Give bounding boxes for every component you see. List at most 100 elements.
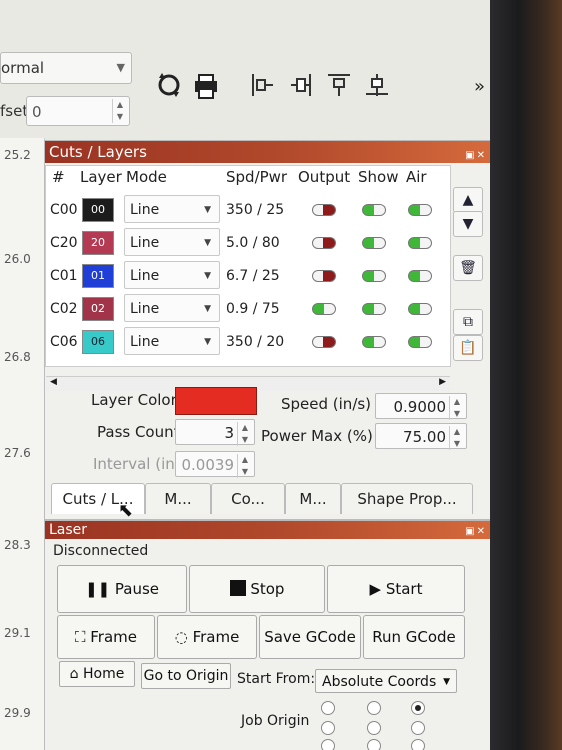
output-toggle[interactable] bbox=[312, 270, 336, 282]
align-middle-icon[interactable] bbox=[364, 72, 390, 104]
tab-console[interactable]: Co... bbox=[211, 483, 285, 514]
table-row[interactable]: C01 01 Line ▼ 6.7 / 25 bbox=[46, 260, 450, 293]
frame-rect-button[interactable]: ⛶ Frame bbox=[57, 615, 155, 659]
show-toggle[interactable] bbox=[362, 270, 386, 282]
layer-swatch[interactable]: 06 bbox=[82, 330, 114, 354]
paste-icon[interactable]: 📋 bbox=[453, 335, 483, 361]
run-gcode-button[interactable]: Run GCode bbox=[363, 615, 465, 659]
table-row[interactable]: C06 06 Line ▼ 350 / 20 bbox=[46, 326, 450, 359]
table-row[interactable]: C00 00 Line ▼ 350 / 25 bbox=[46, 194, 450, 227]
move-up-icon[interactable]: ▲ bbox=[453, 187, 483, 213]
air-toggle[interactable] bbox=[408, 336, 432, 348]
start-from-dropdown[interactable]: Absolute Coords ▼ bbox=[315, 669, 457, 693]
table-row[interactable]: C02 02 Line ▼ 0.9 / 75 bbox=[46, 293, 450, 326]
power-max-input[interactable]: 75.00 ▲ ▼ bbox=[375, 423, 467, 450]
rotate-icon[interactable] bbox=[156, 72, 182, 104]
align-center-icon[interactable] bbox=[288, 72, 314, 104]
align-top-icon[interactable] bbox=[326, 72, 352, 104]
origin-radio[interactable] bbox=[367, 739, 381, 750]
save-gcode-button[interactable]: Save GCode bbox=[259, 615, 361, 659]
panel-window-buttons-icon[interactable]: ▣✕ bbox=[465, 145, 487, 167]
mode-dropdown[interactable]: Line ▼ bbox=[124, 294, 220, 322]
origin-radio[interactable] bbox=[411, 701, 425, 715]
start-button[interactable]: ▶ Start bbox=[327, 565, 465, 613]
layer-swatch[interactable]: 01 bbox=[82, 264, 114, 288]
origin-radio[interactable] bbox=[411, 739, 425, 750]
layer-swatch[interactable]: 02 bbox=[82, 297, 114, 321]
tab-material[interactable]: M... bbox=[285, 483, 341, 514]
job-origin-label: Job Origin bbox=[241, 713, 310, 729]
output-toggle[interactable] bbox=[312, 204, 336, 216]
air-toggle[interactable] bbox=[408, 237, 432, 249]
toolbar: ormal ▼ fset 0 ▲ ▼ » bbox=[0, 40, 490, 135]
spin-arrows-icon[interactable]: ▲ ▼ bbox=[112, 99, 127, 123]
mode-combo[interactable]: ormal ▼ bbox=[0, 52, 132, 84]
offset-input[interactable]: 0 ▲ ▼ bbox=[26, 96, 130, 126]
tab-shape-properties[interactable]: Shape Prop... bbox=[341, 483, 473, 514]
cut-name: C00 bbox=[50, 202, 78, 218]
output-toggle[interactable] bbox=[312, 336, 336, 348]
origin-radio[interactable] bbox=[367, 701, 381, 715]
scroll-left-icon[interactable]: ◀ bbox=[50, 377, 57, 387]
speed-label: Speed (in/s) bbox=[281, 395, 372, 413]
speed-power: 350 / 25 bbox=[226, 202, 285, 218]
screen: ormal ▼ fset 0 ▲ ▼ » 25.2 26.0 26.8 27.6… bbox=[0, 0, 505, 750]
cuts-layers-titlebar[interactable]: Cuts / Layers ▣✕ bbox=[45, 141, 491, 163]
show-toggle[interactable] bbox=[362, 204, 386, 216]
mode-dropdown[interactable]: Line ▼ bbox=[124, 228, 220, 256]
panel-window-buttons-icon[interactable]: ▣✕ bbox=[465, 523, 487, 541]
mode-dropdown[interactable]: Line ▼ bbox=[124, 195, 220, 223]
mode-value: Line bbox=[130, 235, 160, 251]
copy-icon[interactable]: ⧉ bbox=[453, 309, 483, 335]
air-toggle[interactable] bbox=[408, 303, 432, 315]
output-toggle[interactable] bbox=[312, 237, 336, 249]
home-button[interactable]: ⌂ Home bbox=[59, 661, 135, 687]
move-down-icon[interactable]: ▼ bbox=[453, 211, 483, 237]
spin-arrows-icon[interactable]: ▲ ▼ bbox=[449, 396, 464, 420]
tab-move[interactable]: M... bbox=[145, 483, 211, 514]
air-toggle[interactable] bbox=[408, 270, 432, 282]
speed-power: 5.0 / 80 bbox=[226, 235, 280, 251]
origin-radio[interactable] bbox=[321, 721, 335, 735]
table-row[interactable]: C20 20 Line ▼ 5.0 / 80 bbox=[46, 227, 450, 260]
origin-radio[interactable] bbox=[321, 739, 335, 750]
output-toggle[interactable] bbox=[312, 303, 336, 315]
pass-count-input[interactable]: 3 ▲ ▼ bbox=[175, 419, 255, 446]
laser-titlebar[interactable]: Laser ▣✕ bbox=[45, 521, 491, 539]
layer-swatch[interactable]: 20 bbox=[82, 231, 114, 255]
cuts-layers-panel: Cuts / Layers ▣✕ # Layer Mode Spd/Pwr Ou… bbox=[44, 140, 492, 520]
show-toggle[interactable] bbox=[362, 237, 386, 249]
spin-arrows-icon[interactable]: ▲ ▼ bbox=[237, 422, 252, 446]
trash-icon[interactable]: 🗑 bbox=[453, 255, 483, 281]
go-to-origin-button[interactable]: Go to Origin bbox=[141, 663, 231, 689]
pause-button[interactable]: ❚❚ Pause bbox=[57, 565, 187, 613]
origin-radio[interactable] bbox=[367, 721, 381, 735]
origin-radio[interactable] bbox=[411, 721, 425, 735]
speed-power: 6.7 / 25 bbox=[226, 268, 280, 284]
scroll-right-icon[interactable]: ▶ bbox=[439, 377, 446, 387]
pause-label: Pause bbox=[114, 580, 160, 598]
mode-dropdown[interactable]: Line ▼ bbox=[124, 261, 220, 289]
home-label: Home bbox=[83, 666, 125, 682]
frame-rect-icon: ⛶ bbox=[74, 628, 86, 646]
layer-color-swatch[interactable] bbox=[175, 387, 257, 415]
air-toggle[interactable] bbox=[408, 204, 432, 216]
interval-input[interactable]: 0.0039 ▲ ▼ bbox=[175, 451, 255, 478]
spin-arrows-icon[interactable]: ▲ ▼ bbox=[237, 454, 252, 478]
laser-panel: Laser ▣✕ Disconnected ❚❚ Pause Stop ▶ St… bbox=[44, 520, 492, 750]
origin-radio[interactable] bbox=[321, 701, 335, 715]
chevron-down-icon: ▼ bbox=[204, 205, 211, 215]
show-toggle[interactable] bbox=[362, 336, 386, 348]
speed-input[interactable]: 0.9000 ▲ ▼ bbox=[375, 393, 467, 420]
more-tools-icon[interactable]: » bbox=[474, 76, 485, 97]
interval-label: Interval (in) bbox=[93, 455, 181, 473]
frame-circle-button[interactable]: ◌ Frame bbox=[157, 615, 257, 659]
stop-button[interactable]: Stop bbox=[189, 565, 325, 613]
printer-icon[interactable] bbox=[192, 72, 220, 106]
align-left-icon[interactable] bbox=[250, 72, 276, 104]
mode-dropdown[interactable]: Line ▼ bbox=[124, 327, 220, 355]
show-toggle[interactable] bbox=[362, 303, 386, 315]
layer-swatch[interactable]: 00 bbox=[82, 198, 114, 222]
spin-arrows-icon[interactable]: ▲ ▼ bbox=[449, 426, 464, 450]
stop-label: Stop bbox=[250, 580, 285, 598]
